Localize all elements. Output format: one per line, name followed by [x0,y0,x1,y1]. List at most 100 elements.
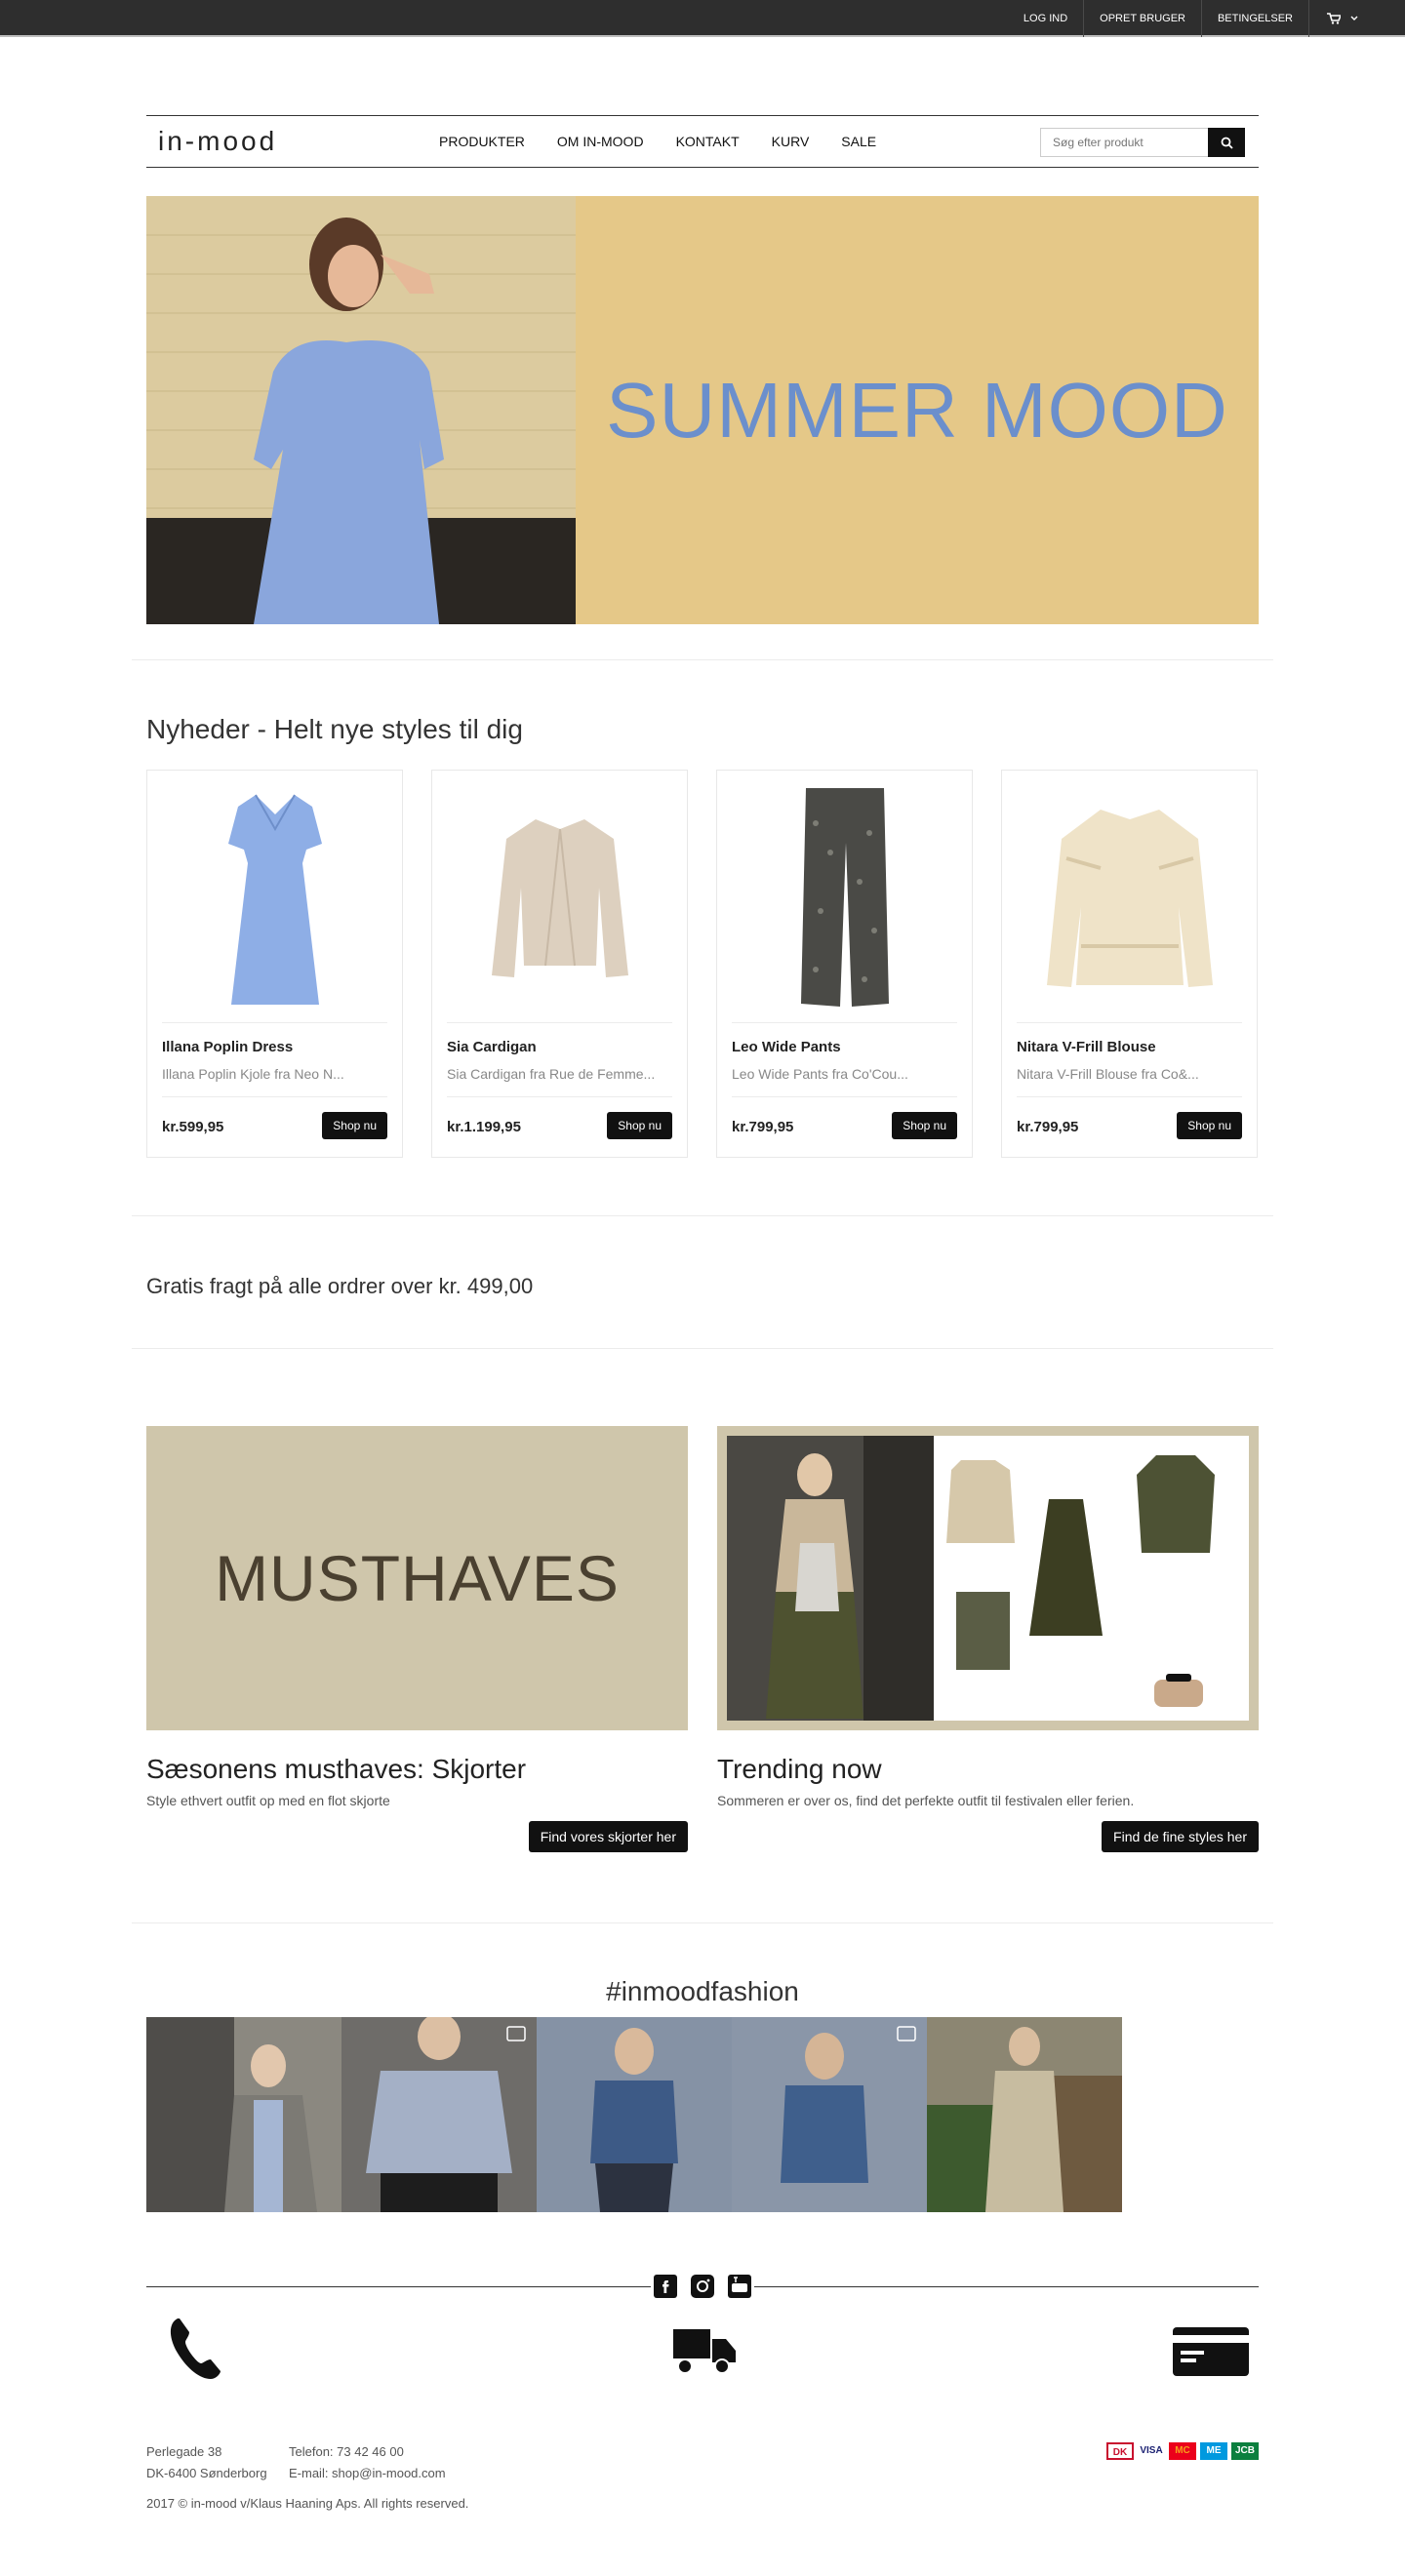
product-name[interactable]: Nitara V-Frill Blouse [1017,1039,1156,1055]
divider [132,1922,1273,1923]
footer-divider [146,2286,651,2287]
shop-now-button[interactable]: Shop nu [1177,1112,1242,1139]
divider [1017,1096,1242,1097]
product-image[interactable] [162,780,387,1014]
product-name[interactable]: Leo Wide Pants [732,1039,841,1055]
main-nav: PRODUKTER OM IN-MOOD KONTAKT KURV SALE [439,116,876,167]
promo-title: Trending now [717,1754,882,1784]
shop-now-button[interactable]: Shop nu [607,1112,672,1139]
main-header: in-mood PRODUKTER OM IN-MOOD KONTAKT KUR… [146,115,1259,168]
phone-icon [170,2318,221,2379]
divider [162,1096,387,1097]
find-styles-button[interactable]: Find de fine styles her [1102,1821,1259,1852]
truck-icon [673,2329,736,2374]
product-description: Illana Poplin Kjole fra Neo N... [162,1066,344,1082]
product-name[interactable]: Illana Poplin Dress [162,1039,293,1055]
find-shirts-button[interactable]: Find vores skjorter her [528,1821,688,1852]
nav-sale[interactable]: SALE [841,134,876,149]
product-description: Nitara V-Frill Blouse fra Co&... [1017,1066,1199,1082]
search-button[interactable] [1208,128,1245,157]
product-carousel: Illana Poplin Dress Illana Poplin Kjole … [146,770,1259,1158]
visa-logo: VISA [1138,2442,1165,2460]
divider [132,1215,1273,1216]
shop-now-button[interactable]: Shop nu [322,1112,387,1139]
footer-contact: Telefon: 73 42 46 00 E-mail: shop@in-moo… [289,2441,446,2484]
mastercard-logo: MC [1169,2442,1196,2460]
cart-icon [1327,13,1341,24]
product-card[interactable]: Illana Poplin Dress Illana Poplin Kjole … [146,770,403,1158]
footer-divider [754,2286,1259,2287]
divider [162,1022,387,1023]
credit-card-icon [1173,2327,1249,2376]
social-links [651,2274,754,2299]
instagram-post[interactable] [732,2017,927,2212]
instagram-post[interactable] [537,2017,732,2212]
hero-banner[interactable]: SUMMER MOOD [146,196,1259,624]
product-image[interactable] [732,780,957,1014]
product-card[interactable]: Sia Cardigan Sia Cardigan fra Rue de Fem… [431,770,688,1158]
product-card[interactable]: Leo Wide Pants Leo Wide Pants fra Co'Cou… [716,770,973,1158]
product-card[interactable]: Nitara V-Frill Blouse Nitara V-Frill Blo… [1001,770,1258,1158]
nav-about[interactable]: OM IN-MOOD [557,134,644,149]
news-title: Nyheder - Helt nye styles til dig [146,714,523,744]
product-price: kr.799,95 [1017,1119,1079,1135]
product-image[interactable] [447,780,672,1014]
product-price: kr.799,95 [732,1119,794,1135]
facebook-icon[interactable] [654,2275,677,2298]
hero-headline: SUMMER MOOD [606,366,1228,454]
shop-now-button[interactable]: Shop nu [892,1112,957,1139]
instagram-post[interactable] [146,2017,341,2212]
divider [732,1022,957,1023]
maestro-logo: ME [1200,2442,1227,2460]
search-form [1040,128,1245,157]
product-price: kr.599,95 [162,1119,224,1135]
address-street: Perlegade 38 [146,2444,222,2459]
divider [132,659,1273,660]
search-icon [1221,137,1233,149]
divider [447,1022,672,1023]
product-name[interactable]: Sia Cardigan [447,1039,537,1055]
product-price: kr.1.199,95 [447,1119,521,1135]
free-shipping-text: Gratis fragt på alle ordrer over kr. 499… [146,1274,534,1298]
promo-musthaves: MUSTHAVES Sæsonens musthaves: Skjorter S… [146,1426,688,1852]
instagram-post[interactable] [341,2017,537,2212]
divider [447,1096,672,1097]
address-city: DK-6400 Sønderborg [146,2466,267,2480]
create-user-link[interactable]: OPRET BRUGER [1083,0,1201,37]
nav-contact[interactable]: KONTAKT [676,134,740,149]
nav-products[interactable]: PRODUKTER [439,134,525,149]
promo-trending: Trending now Sommeren er over os, find d… [717,1426,1259,1852]
instagram-icon[interactable] [691,2275,714,2298]
youtube-icon[interactable] [728,2275,751,2298]
cart-dropdown[interactable] [1308,0,1376,37]
terms-link[interactable]: BETINGELSER [1200,0,1308,37]
search-input[interactable] [1040,128,1208,157]
copyright: 2017 © in-mood v/Klaus Haaning Aps. All … [146,2496,469,2511]
instagram-post[interactable] [927,2017,1122,2212]
promo-image[interactable]: MUSTHAVES [146,1426,688,1730]
product-description: Leo Wide Pants fra Co'Cou... [732,1066,908,1082]
instagram-feed [146,2017,1220,2212]
promo-text: Sommeren er over os, find det perfekte o… [717,1793,1135,1808]
divider [132,1348,1273,1349]
promo-text: Style ethvert outfit op med en flot skjo… [146,1793,390,1808]
payment-methods: DK VISA MC ME JCB [1106,2442,1259,2460]
hero-photo [146,196,576,624]
divider [1017,1022,1242,1023]
promo-image-text: MUSTHAVES [215,1542,620,1614]
login-link[interactable]: LOG IND [1008,0,1083,37]
jcb-logo: JCB [1231,2442,1259,2460]
nav-basket[interactable]: KURV [772,134,810,149]
promo-image[interactable] [717,1426,1259,1730]
chevron-down-icon [1350,16,1358,20]
divider [732,1096,957,1097]
top-bar-links: LOG IND OPRET BRUGER BETINGELSER [1008,0,1376,37]
instagram-hashtag: #inmoodfashion [606,1976,799,2006]
product-image[interactable] [1017,780,1242,1014]
dankort-logo: DK [1106,2442,1134,2460]
top-bar: LOG IND OPRET BRUGER BETINGELSER [0,0,1405,37]
footer-address: Perlegade 38 DK-6400 Sønderborg [146,2441,267,2484]
footer-email[interactable]: E-mail: shop@in-mood.com [289,2463,446,2484]
logo[interactable]: in-mood [158,128,277,155]
footer-phone: Telefon: 73 42 46 00 [289,2444,404,2459]
